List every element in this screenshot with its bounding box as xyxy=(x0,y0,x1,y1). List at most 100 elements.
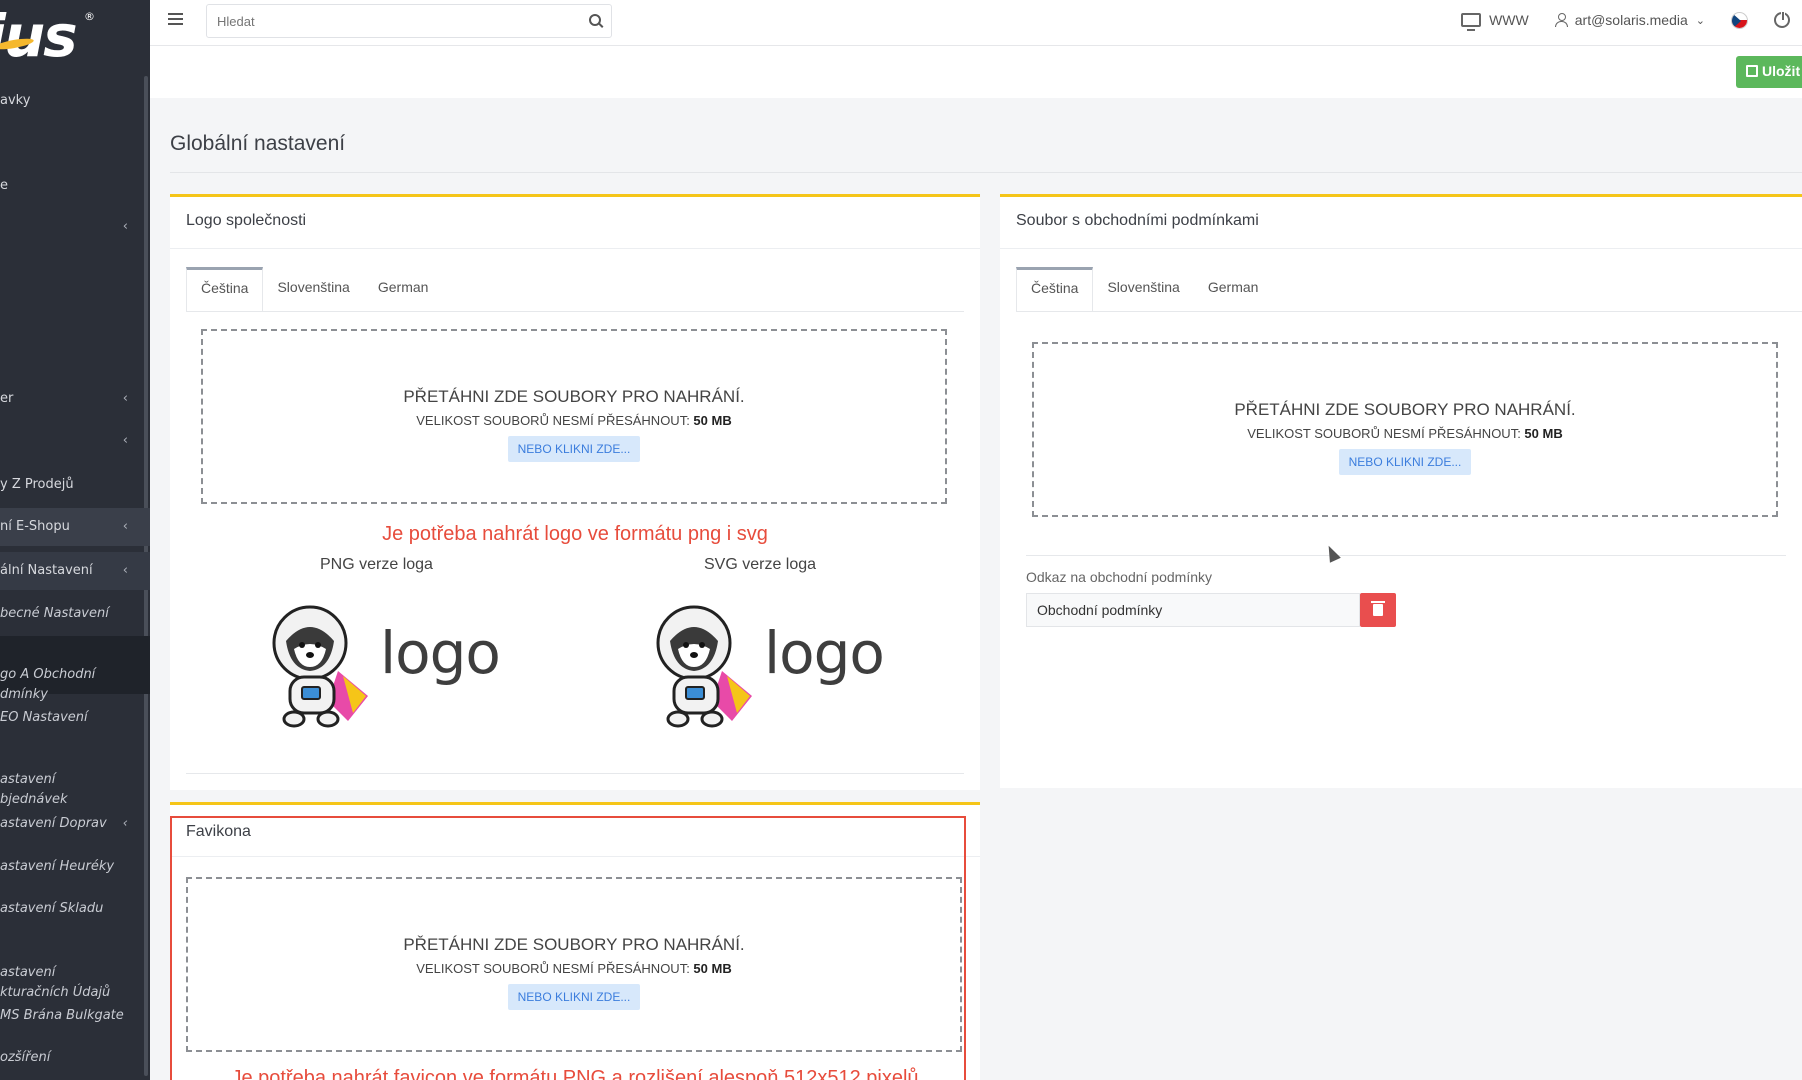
sidebar-item-label: astavení Doprav xyxy=(0,816,107,831)
sidebar-subitem-extensions[interactable]: ozšíření xyxy=(0,1048,150,1068)
favicon-format-warning: Je potřeba nahrát favicon ve formátu PNG… xyxy=(231,1067,919,1080)
language-switcher[interactable] xyxy=(1731,11,1748,29)
browse-files-button[interactable]: NEBO KLIKNI ZDE... xyxy=(507,436,641,462)
terms-link-label: Odkaz na obchodní podmínky xyxy=(1026,569,1213,585)
sidebar-item-orders[interactable]: avky xyxy=(0,91,150,111)
tab-german[interactable]: German xyxy=(1194,267,1273,311)
astronaut-dog-icon xyxy=(272,605,368,728)
sidebar-item-label: er xyxy=(0,391,14,406)
sidebar: ius ® avky e ‹ er ‹ ‹ y Z Prodejů ní E-S… xyxy=(0,0,150,1080)
panel-bottom-divider xyxy=(186,773,964,774)
svg-logo-image: logo xyxy=(652,601,902,731)
search-icon[interactable] xyxy=(589,14,601,26)
tab-czech[interactable]: Čeština xyxy=(186,267,264,311)
sidebar-item-5[interactable]: er ‹ xyxy=(0,389,150,409)
dropzone-title: PŘETÁHNI ZDE SOUBORY PRO NAHRÁNÍ. xyxy=(403,387,745,406)
save-label: Uložit xyxy=(1762,63,1801,79)
favicon-panel: Favikona PŘETÁHNI ZDE SOUBORY PRO NAHRÁN… xyxy=(170,802,980,1080)
size-limit-value: 50 MB xyxy=(693,961,732,976)
sidebar-item-label: MS Brána Bulkgate xyxy=(0,1008,124,1023)
chevron-left-icon: ‹ xyxy=(122,519,128,534)
save-button[interactable]: Uložit xyxy=(1736,56,1802,88)
mouse-cursor-icon xyxy=(1323,543,1341,563)
save-icon xyxy=(1746,65,1758,77)
sidebar-subitem-general[interactable]: becné Nastavení xyxy=(0,604,150,624)
search-input[interactable] xyxy=(207,5,567,37)
sidebar-item-label: astavení bjednávek xyxy=(0,772,68,807)
brand-logo-text: ius xyxy=(0,2,78,70)
sidebar-item-label: ální Nastavení xyxy=(0,563,93,578)
size-limit-text: VELIKOST SOUBORŮ NESMÍ PŘESÁHNOUT: xyxy=(416,413,694,428)
sidebar-item-label: go A Obchodní dmínky xyxy=(0,667,96,702)
dropzone-title: PŘETÁHNI ZDE SOUBORY PRO NAHRÁNÍ. xyxy=(1234,400,1576,419)
terms-dropzone[interactable]: PŘETÁHNI ZDE SOUBORY PRO NAHRÁNÍ. VELIKO… xyxy=(1032,342,1778,517)
registered-mark: ® xyxy=(84,10,95,23)
chevron-down-icon: ⌄ xyxy=(1695,14,1705,27)
logo-dropzone[interactable]: PŘETÁHNI ZDE SOUBORY PRO NAHRÁNÍ. VELIKO… xyxy=(201,329,947,504)
flag-cz-icon xyxy=(1731,11,1748,29)
sidebar-subitem-shipping[interactable]: astavení Doprav ‹ xyxy=(0,814,150,834)
power-icon xyxy=(1774,11,1790,28)
www-link[interactable]: WWW xyxy=(1461,12,1529,31)
dropzone-size-limit: VELIKOST SOUBORŮ NESMÍ PŘESÁHNOUT: 50 MB xyxy=(188,961,960,976)
divider xyxy=(1026,555,1786,556)
logo-panel: Logo společnosti Čeština Slovenština Ger… xyxy=(170,194,980,790)
tab-slovak[interactable]: Slovenština xyxy=(1093,267,1193,311)
tab-czech[interactable]: Čeština xyxy=(1016,267,1094,311)
browse-files-button[interactable]: NEBO KLIKNI ZDE... xyxy=(507,984,641,1010)
terms-link-input[interactable]: Obchodní podmínky xyxy=(1026,593,1360,627)
sidebar-item-2[interactable]: e xyxy=(0,176,150,196)
size-limit-text: VELIKOST SOUBORŮ NESMÍ PŘESÁHNOUT: xyxy=(416,961,694,976)
sidebar-item-label: e xyxy=(0,178,8,193)
language-tabs: Čeština Slovenština German xyxy=(1016,267,1272,311)
divider xyxy=(170,172,1802,173)
brand-logo[interactable]: ius ® xyxy=(0,0,150,75)
logo-format-warning: Je potřeba nahrát logo ve formátu png i … xyxy=(382,523,768,545)
svg-logo-label: SVG verze loga xyxy=(704,556,817,573)
tab-german[interactable]: German xyxy=(364,267,443,311)
trash-icon xyxy=(1371,601,1385,616)
chevron-left-icon: ‹ xyxy=(122,391,128,406)
delete-button[interactable] xyxy=(1360,593,1396,627)
dropzone-title: PŘETÁHNI ZDE SOUBORY PRO NAHRÁNÍ. xyxy=(403,935,745,954)
page-title: Globální nastavení xyxy=(170,132,346,155)
chevron-left-icon: ‹ xyxy=(122,563,128,578)
sidebar-subitem-warehouse[interactable]: astavení Skladu xyxy=(0,899,150,919)
chevron-left-icon: ‹ xyxy=(122,433,128,448)
png-logo-image: logo xyxy=(268,601,518,731)
action-bar: Uložit xyxy=(150,46,1802,98)
monitor-icon xyxy=(1461,13,1482,31)
sidebar-item-eshop[interactable]: ní E-Shopu ‹ xyxy=(0,508,150,546)
sidebar-item-label: astavení kturačních Údajů xyxy=(0,965,111,1000)
chevron-left-icon: ‹ xyxy=(122,219,128,234)
panel-title: Logo společnosti xyxy=(170,197,980,249)
sidebar-subitem-invoicing[interactable]: astavení kturačních Údajů xyxy=(0,943,150,1003)
sidebar-item-label: astavení Skladu xyxy=(0,901,104,916)
browse-files-button[interactable]: NEBO KLIKNI ZDE... xyxy=(1338,449,1472,475)
menu-icon[interactable] xyxy=(168,13,183,27)
sidebar-subitem-heureka[interactable]: astavení Heuréky xyxy=(0,857,150,877)
sidebar-subitem-sms-gate[interactable]: MS Brána Bulkgate xyxy=(0,1006,150,1026)
logo-wordmark: logo xyxy=(764,619,885,687)
sidebar-subitem-logo-terms[interactable]: go A Obchodní dmínky xyxy=(0,636,150,702)
png-logo-label: PNG verze loga xyxy=(320,556,433,573)
sidebar-item-global-settings[interactable]: ální Nastavení ‹ xyxy=(0,552,150,590)
sidebar-item-label: ní E-Shopu xyxy=(0,519,70,534)
sidebar-item-label: EO Nastavení xyxy=(0,710,88,725)
terms-panel: Soubor s obchodními podmínkami Čeština S… xyxy=(1000,194,1802,788)
favicon-dropzone[interactable]: PŘETÁHNI ZDE SOUBORY PRO NAHRÁNÍ. VELIKO… xyxy=(186,877,962,1052)
sidebar-subitem-orders-settings[interactable]: astavení bjednávek xyxy=(0,750,150,810)
logo-wordmark: logo xyxy=(380,619,501,687)
panel-title: Soubor s obchodními podmínkami xyxy=(1000,197,1802,249)
dropzone-size-limit: VELIKOST SOUBORŮ NESMÍ PŘESÁHNOUT: 50 MB xyxy=(1034,426,1776,441)
language-tabs: Čeština Slovenština German xyxy=(186,267,442,311)
tabs-divider xyxy=(1016,311,1802,312)
search-box xyxy=(206,4,612,38)
logout-button[interactable] xyxy=(1774,11,1790,28)
sidebar-subitem-seo[interactable]: EO Nastavení xyxy=(0,708,150,728)
tab-slovak[interactable]: Slovenština xyxy=(263,267,363,311)
user-menu[interactable]: art@solaris.media ⌄ xyxy=(1554,12,1705,28)
topbar: WWW art@solaris.media ⌄ xyxy=(150,0,1802,46)
chevron-left-icon: ‹ xyxy=(122,816,128,831)
sidebar-item-sales[interactable]: y Z Prodejů xyxy=(0,475,150,495)
